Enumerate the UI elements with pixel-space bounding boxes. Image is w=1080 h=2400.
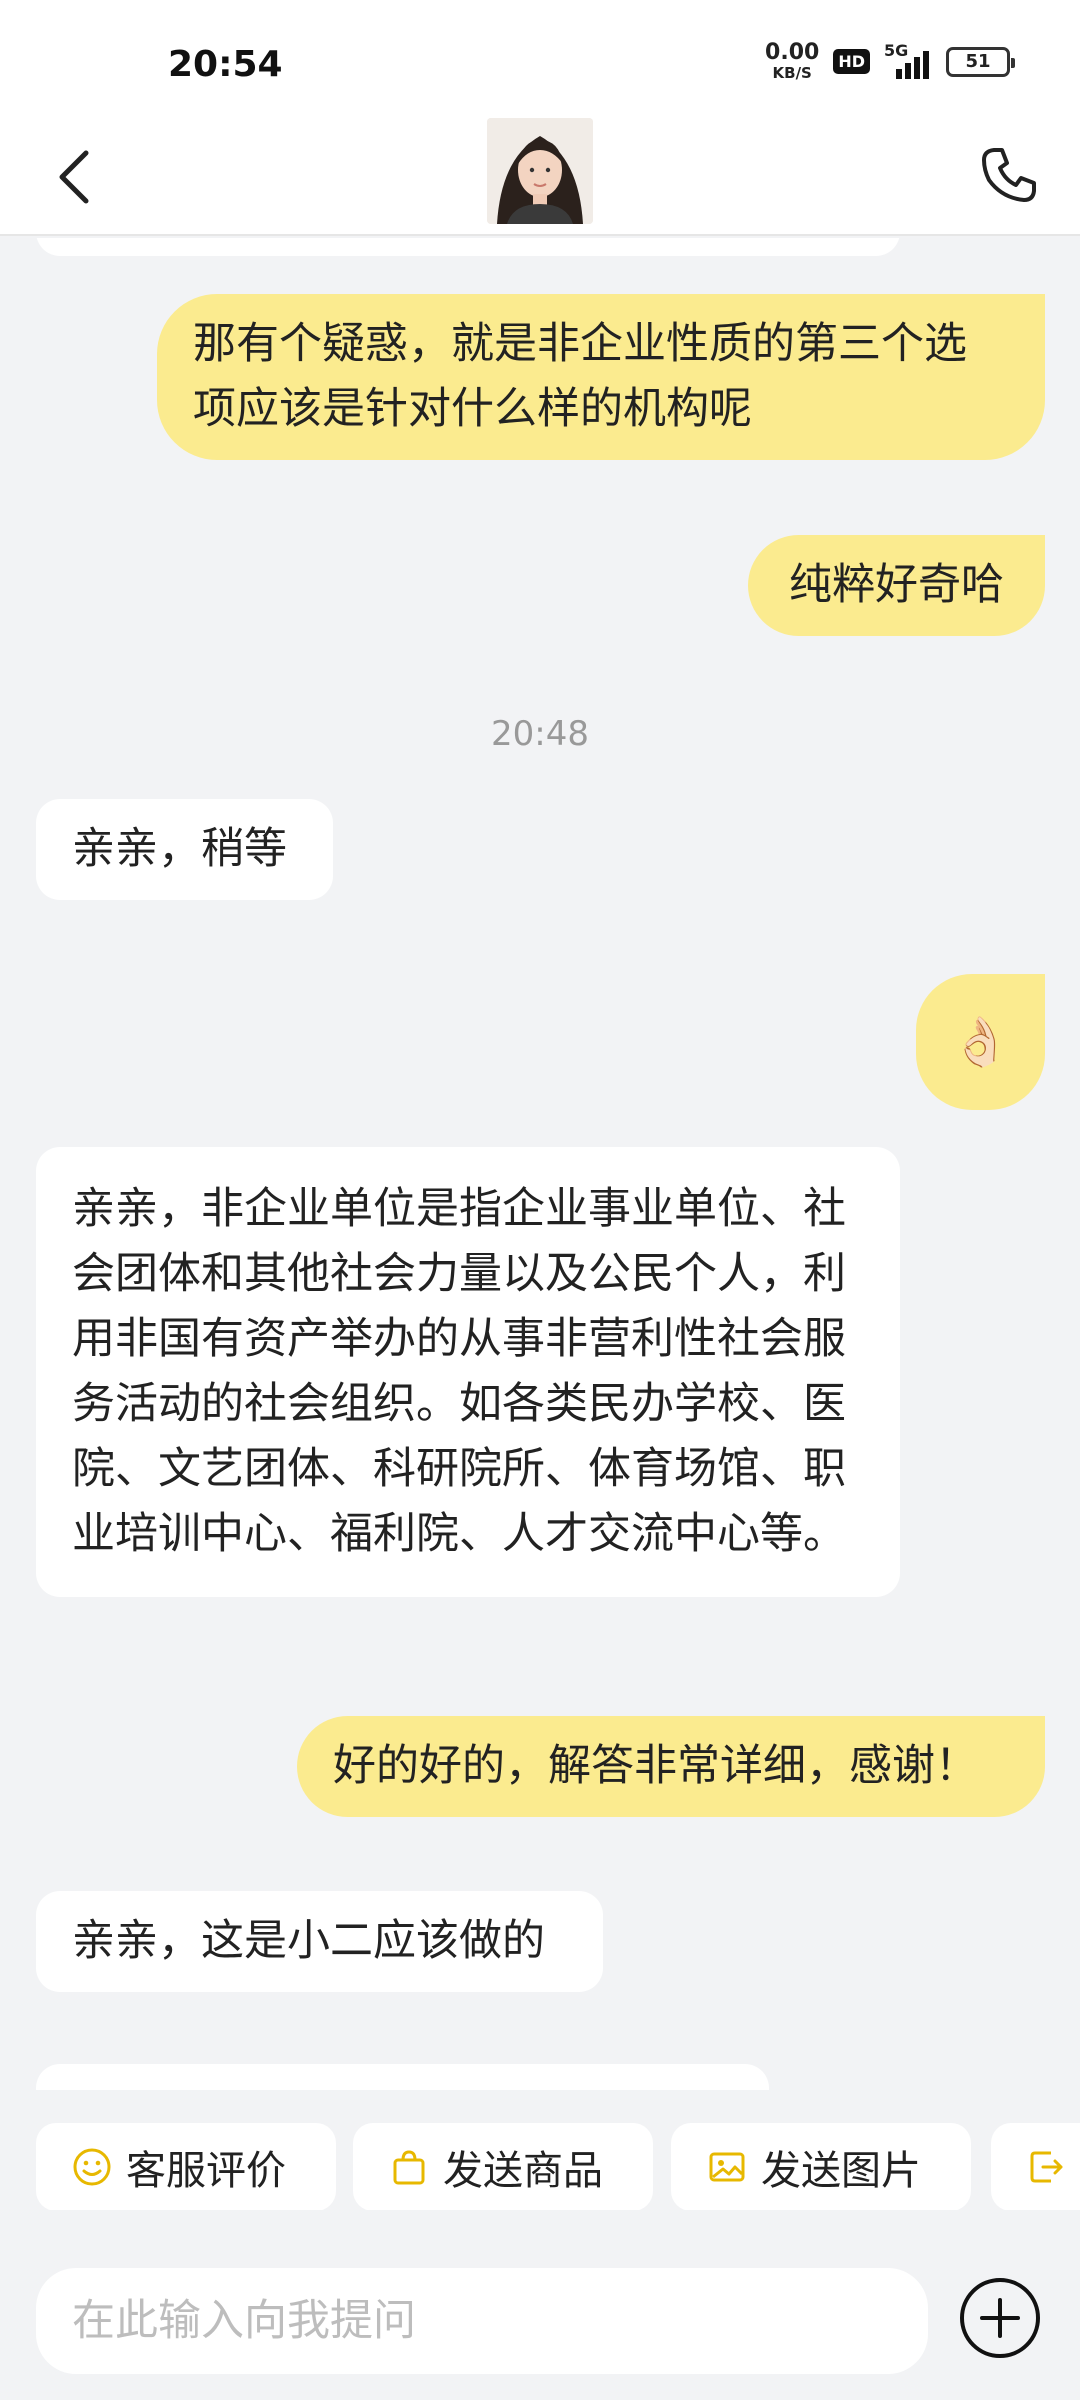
rate-service-button[interactable]: 客服评价 — [36, 2123, 336, 2211]
message-bubble-outgoing[interactable]: 纯粹好奇哈 — [748, 535, 1045, 636]
battery-level: 51 — [965, 51, 991, 72]
send-image-label: 发送图片 — [761, 2148, 921, 2194]
send-product-label: 发送商品 — [443, 2148, 603, 2194]
chat-header — [0, 118, 1080, 236]
chevron-left-icon — [59, 150, 89, 204]
message-bubble-incoming[interactable]: 亲亲，非企业单位是指企业事业单位、社会团体和其他社会力量以及公民个人，利用非国有… — [36, 1147, 900, 1597]
message-bubble-partial — [36, 2064, 769, 2090]
exit-icon — [1027, 2147, 1067, 2187]
back-button[interactable] — [44, 144, 104, 210]
avatar-image — [487, 118, 593, 224]
send-product-button[interactable]: 发送商品 — [353, 2123, 653, 2211]
input-bar — [0, 2210, 1080, 2400]
hd-icon: HD — [833, 49, 870, 74]
avatar[interactable] — [487, 118, 593, 224]
message-bubble-incoming[interactable]: 亲亲，这是小二应该做的 — [36, 1891, 603, 1992]
message-bubble-outgoing[interactable]: 👌🏻 — [916, 974, 1045, 1110]
network-speed: 0.00 KB/S — [765, 42, 819, 81]
shopping-bag-icon — [389, 2147, 429, 2187]
network-speed-value: 0.00 — [765, 40, 820, 65]
smiley-icon — [72, 2147, 112, 2187]
message-input[interactable] — [36, 2268, 928, 2374]
phone-icon — [982, 148, 1036, 202]
send-image-button[interactable]: 发送图片 — [671, 2123, 971, 2211]
message-timestamp: 20:48 — [491, 714, 589, 754]
status-icons: 0.00 KB/S HD 5G 51 — [765, 41, 1015, 81]
call-button[interactable] — [974, 140, 1044, 210]
add-button[interactable] — [958, 2276, 1042, 2360]
message-bubble-outgoing[interactable]: 好的好的，解答非常详细，感谢！ — [297, 1716, 1045, 1817]
message-bubble-outgoing[interactable]: 那有个疑惑，就是非企业性质的第三个选项应该是针对什么样的机构呢 — [157, 294, 1045, 460]
message-bubble-partial — [36, 238, 900, 256]
network-speed-unit: KB/S — [772, 64, 812, 82]
more-action-button[interactable] — [991, 2123, 1080, 2211]
status-time: 20:54 — [168, 44, 283, 85]
rate-service-label: 客服评价 — [126, 2148, 286, 2194]
quick-actions-bar: 客服评价 发送商品 发送图片 — [0, 2090, 1080, 2211]
message-bubble-incoming[interactable]: 亲亲，稍等 — [36, 799, 333, 900]
signal-icon: 5G — [884, 41, 932, 79]
status-bar: 20:54 0.00 KB/S HD 5G 51 — [0, 0, 1080, 118]
plus-circle-icon — [960, 2278, 1040, 2358]
chat-messages[interactable]: 那有个疑惑，就是非企业性质的第三个选项应该是针对什么样的机构呢 纯粹好奇哈 20… — [0, 238, 1080, 2090]
battery-icon: 51 — [946, 46, 1015, 77]
image-icon — [707, 2147, 747, 2187]
